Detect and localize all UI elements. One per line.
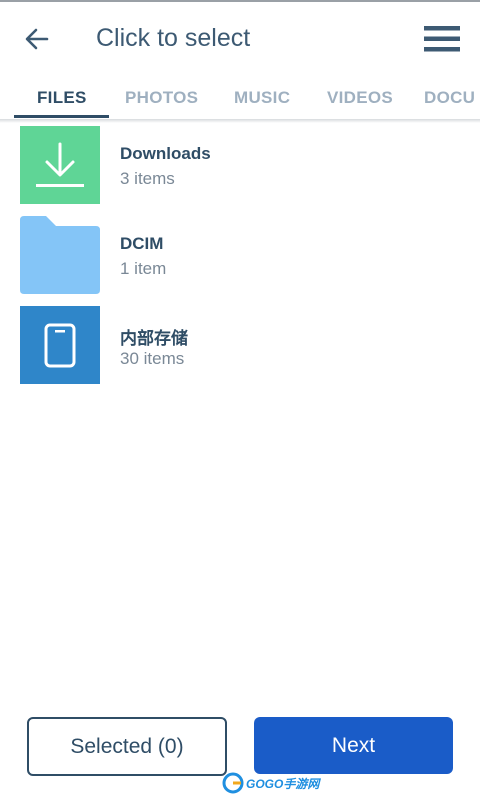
app-header: Click to select (0, 2, 480, 72)
folder-icon (20, 216, 100, 294)
phone-icon (20, 306, 100, 384)
back-button[interactable] (18, 20, 56, 58)
tab-bar-shadow (0, 119, 480, 123)
tab-bar: FILES PHOTOS MUSIC VIDEOS DOCU (0, 72, 480, 120)
downloads-thumbnail (20, 126, 100, 204)
menu-icon (424, 26, 460, 52)
dcim-thumbnail (20, 216, 100, 294)
watermark-logo: GOGO手游网 (222, 768, 319, 798)
active-tab-indicator (14, 115, 109, 118)
item-name: Downloads (120, 144, 211, 163)
gogo-logo-icon (222, 772, 244, 794)
selected-count-button[interactable]: Selected (0) (27, 717, 227, 776)
page-title: Click to select (96, 24, 251, 52)
next-button[interactable]: Next (254, 717, 453, 774)
item-count: 1 item (120, 259, 167, 278)
internal-storage-thumbnail (20, 306, 100, 384)
tab-music[interactable]: MUSIC (234, 72, 290, 120)
watermark-text: GOGO手游网 (246, 776, 320, 791)
arrow-left-icon (25, 28, 49, 50)
item-name: DCIM (120, 234, 164, 253)
tab-files[interactable]: FILES (37, 72, 87, 120)
tab-videos[interactable]: VIDEOS (327, 72, 393, 120)
tab-documents[interactable]: DOCU (424, 72, 475, 120)
item-count: 30 items (120, 349, 185, 368)
item-count: 3 items (120, 169, 175, 188)
list-item-internal-storage[interactable]: 内部存储 30 items (0, 304, 480, 386)
list-item-dcim[interactable]: DCIM 1 item (0, 214, 480, 296)
download-icon (20, 126, 100, 204)
menu-button[interactable] (420, 20, 464, 58)
list-item-downloads[interactable]: Downloads 3 items (0, 124, 480, 206)
item-name: 内部存储 (120, 329, 188, 348)
tab-photos[interactable]: PHOTOS (125, 72, 198, 120)
